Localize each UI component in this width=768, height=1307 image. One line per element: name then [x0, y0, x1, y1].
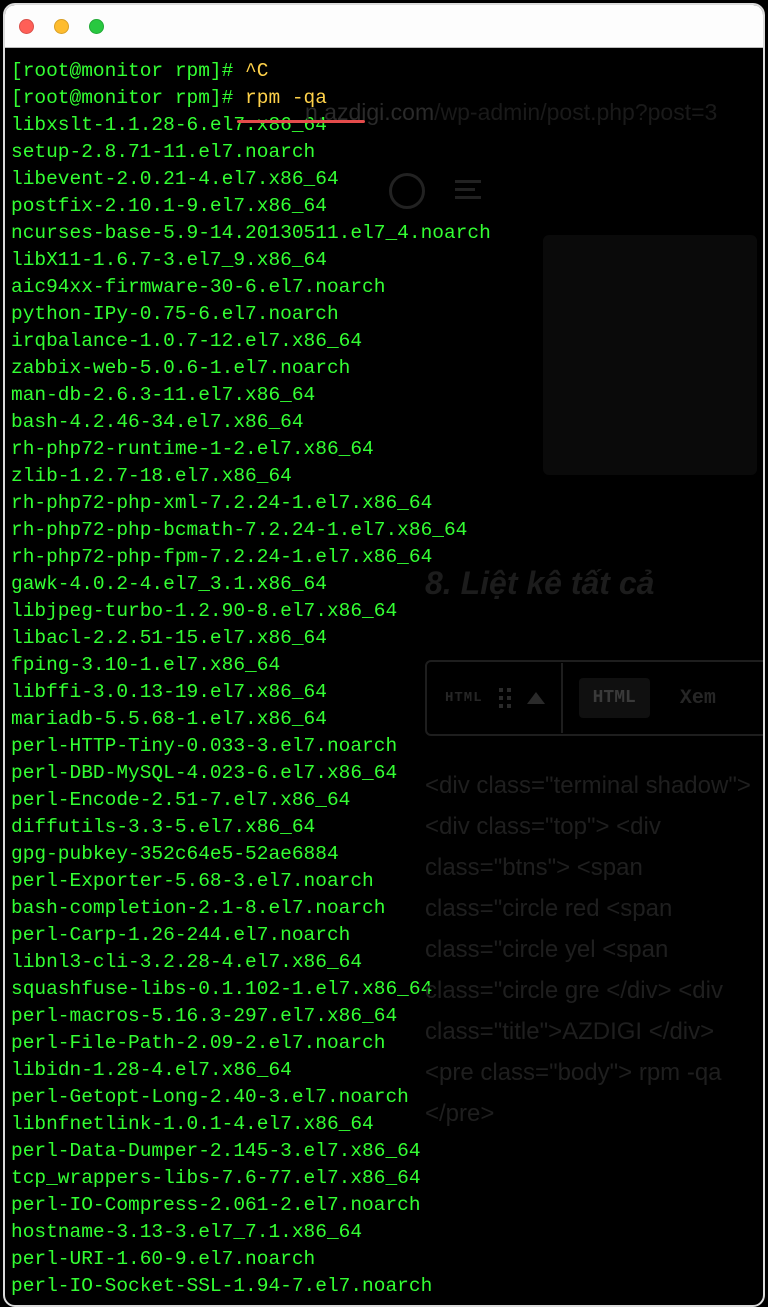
terminal-window: n.azdigi.com/wp-admin/post.php?post=3 8.…	[3, 3, 765, 1307]
menu-icon	[455, 175, 481, 204]
maximize-icon[interactable]	[89, 19, 104, 34]
drag-icon	[497, 686, 513, 710]
window-titlebar	[5, 5, 763, 48]
bg-image-box	[543, 235, 757, 475]
bg-toolbar: HTML HTML Xem	[425, 660, 765, 736]
bg-heading: 8. Liệt kê tất cả	[425, 565, 654, 602]
preview-tab[interactable]: Xem	[680, 687, 716, 710]
info-icon	[389, 173, 425, 209]
close-icon[interactable]	[19, 19, 34, 34]
html-tab-button[interactable]: HTML	[579, 678, 650, 718]
minimize-icon[interactable]	[54, 19, 69, 34]
bg-url: n.azdigi.com/wp-admin/post.php?post=3	[305, 99, 717, 126]
command-underline-annotation	[237, 120, 365, 123]
html-label: HTML	[445, 690, 483, 706]
caret-up-icon	[527, 692, 545, 704]
bg-code: <div class="terminal shadow"> <div class…	[425, 765, 763, 1134]
